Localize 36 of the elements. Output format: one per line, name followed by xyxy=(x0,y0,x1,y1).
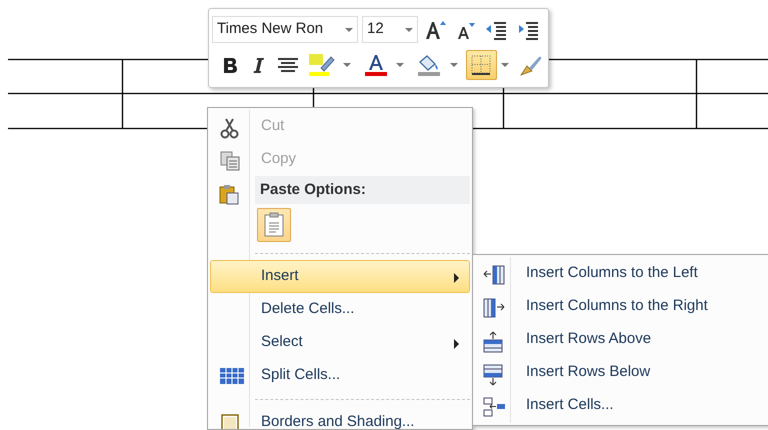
insert-cells-icon xyxy=(482,396,506,418)
copy-icon xyxy=(219,150,241,172)
align-center-icon xyxy=(276,56,299,74)
menu-item[interactable]: Borders and Shading... xyxy=(210,406,470,429)
menu-item[interactable]: Insert Columns to the Right xyxy=(475,290,768,323)
insert-column-right-icon xyxy=(482,297,506,319)
dropdown-caret-icon[interactable] xyxy=(450,62,458,66)
paste-options-heading: Paste Options: xyxy=(255,176,470,204)
menu-item[interactable]: Insert Columns to the Left xyxy=(475,257,768,290)
paste-button[interactable] xyxy=(257,208,291,242)
font-color-icon xyxy=(362,52,389,76)
italic-icon xyxy=(251,56,266,74)
clipboard-icon xyxy=(218,183,240,205)
dropdown-caret-icon[interactable] xyxy=(501,62,510,66)
bold-icon xyxy=(222,56,238,74)
menu-item[interactable]: Select xyxy=(210,326,470,359)
table-icon xyxy=(219,366,245,386)
menu-item[interactable]: Insert xyxy=(210,260,470,293)
dropdown-caret-icon[interactable] xyxy=(343,62,352,66)
paint-bucket-icon xyxy=(416,52,442,76)
borders-icon xyxy=(469,52,494,76)
clipboard-icon xyxy=(263,212,285,238)
borders-button[interactable] xyxy=(466,50,498,80)
highlighter-icon xyxy=(308,52,336,76)
menu-item[interactable]: Insert Cells... xyxy=(475,389,768,422)
insert-row-below-icon xyxy=(482,363,504,387)
menu-item[interactable]: Delete Cells... xyxy=(210,293,470,326)
font-name-field[interactable]: Times New Ron xyxy=(212,16,358,43)
scissors-icon xyxy=(219,117,241,139)
font-size-field[interactable]: 12 xyxy=(362,16,418,43)
menu-item[interactable]: Insert Rows Above xyxy=(475,323,768,356)
menu-item[interactable]: Split Cells... xyxy=(210,359,470,392)
menu-item[interactable]: Insert Rows Below xyxy=(475,356,768,389)
insert-row-above-icon xyxy=(482,330,504,354)
dropdown-caret-icon[interactable] xyxy=(396,62,404,66)
insert-column-left-icon xyxy=(482,264,506,286)
